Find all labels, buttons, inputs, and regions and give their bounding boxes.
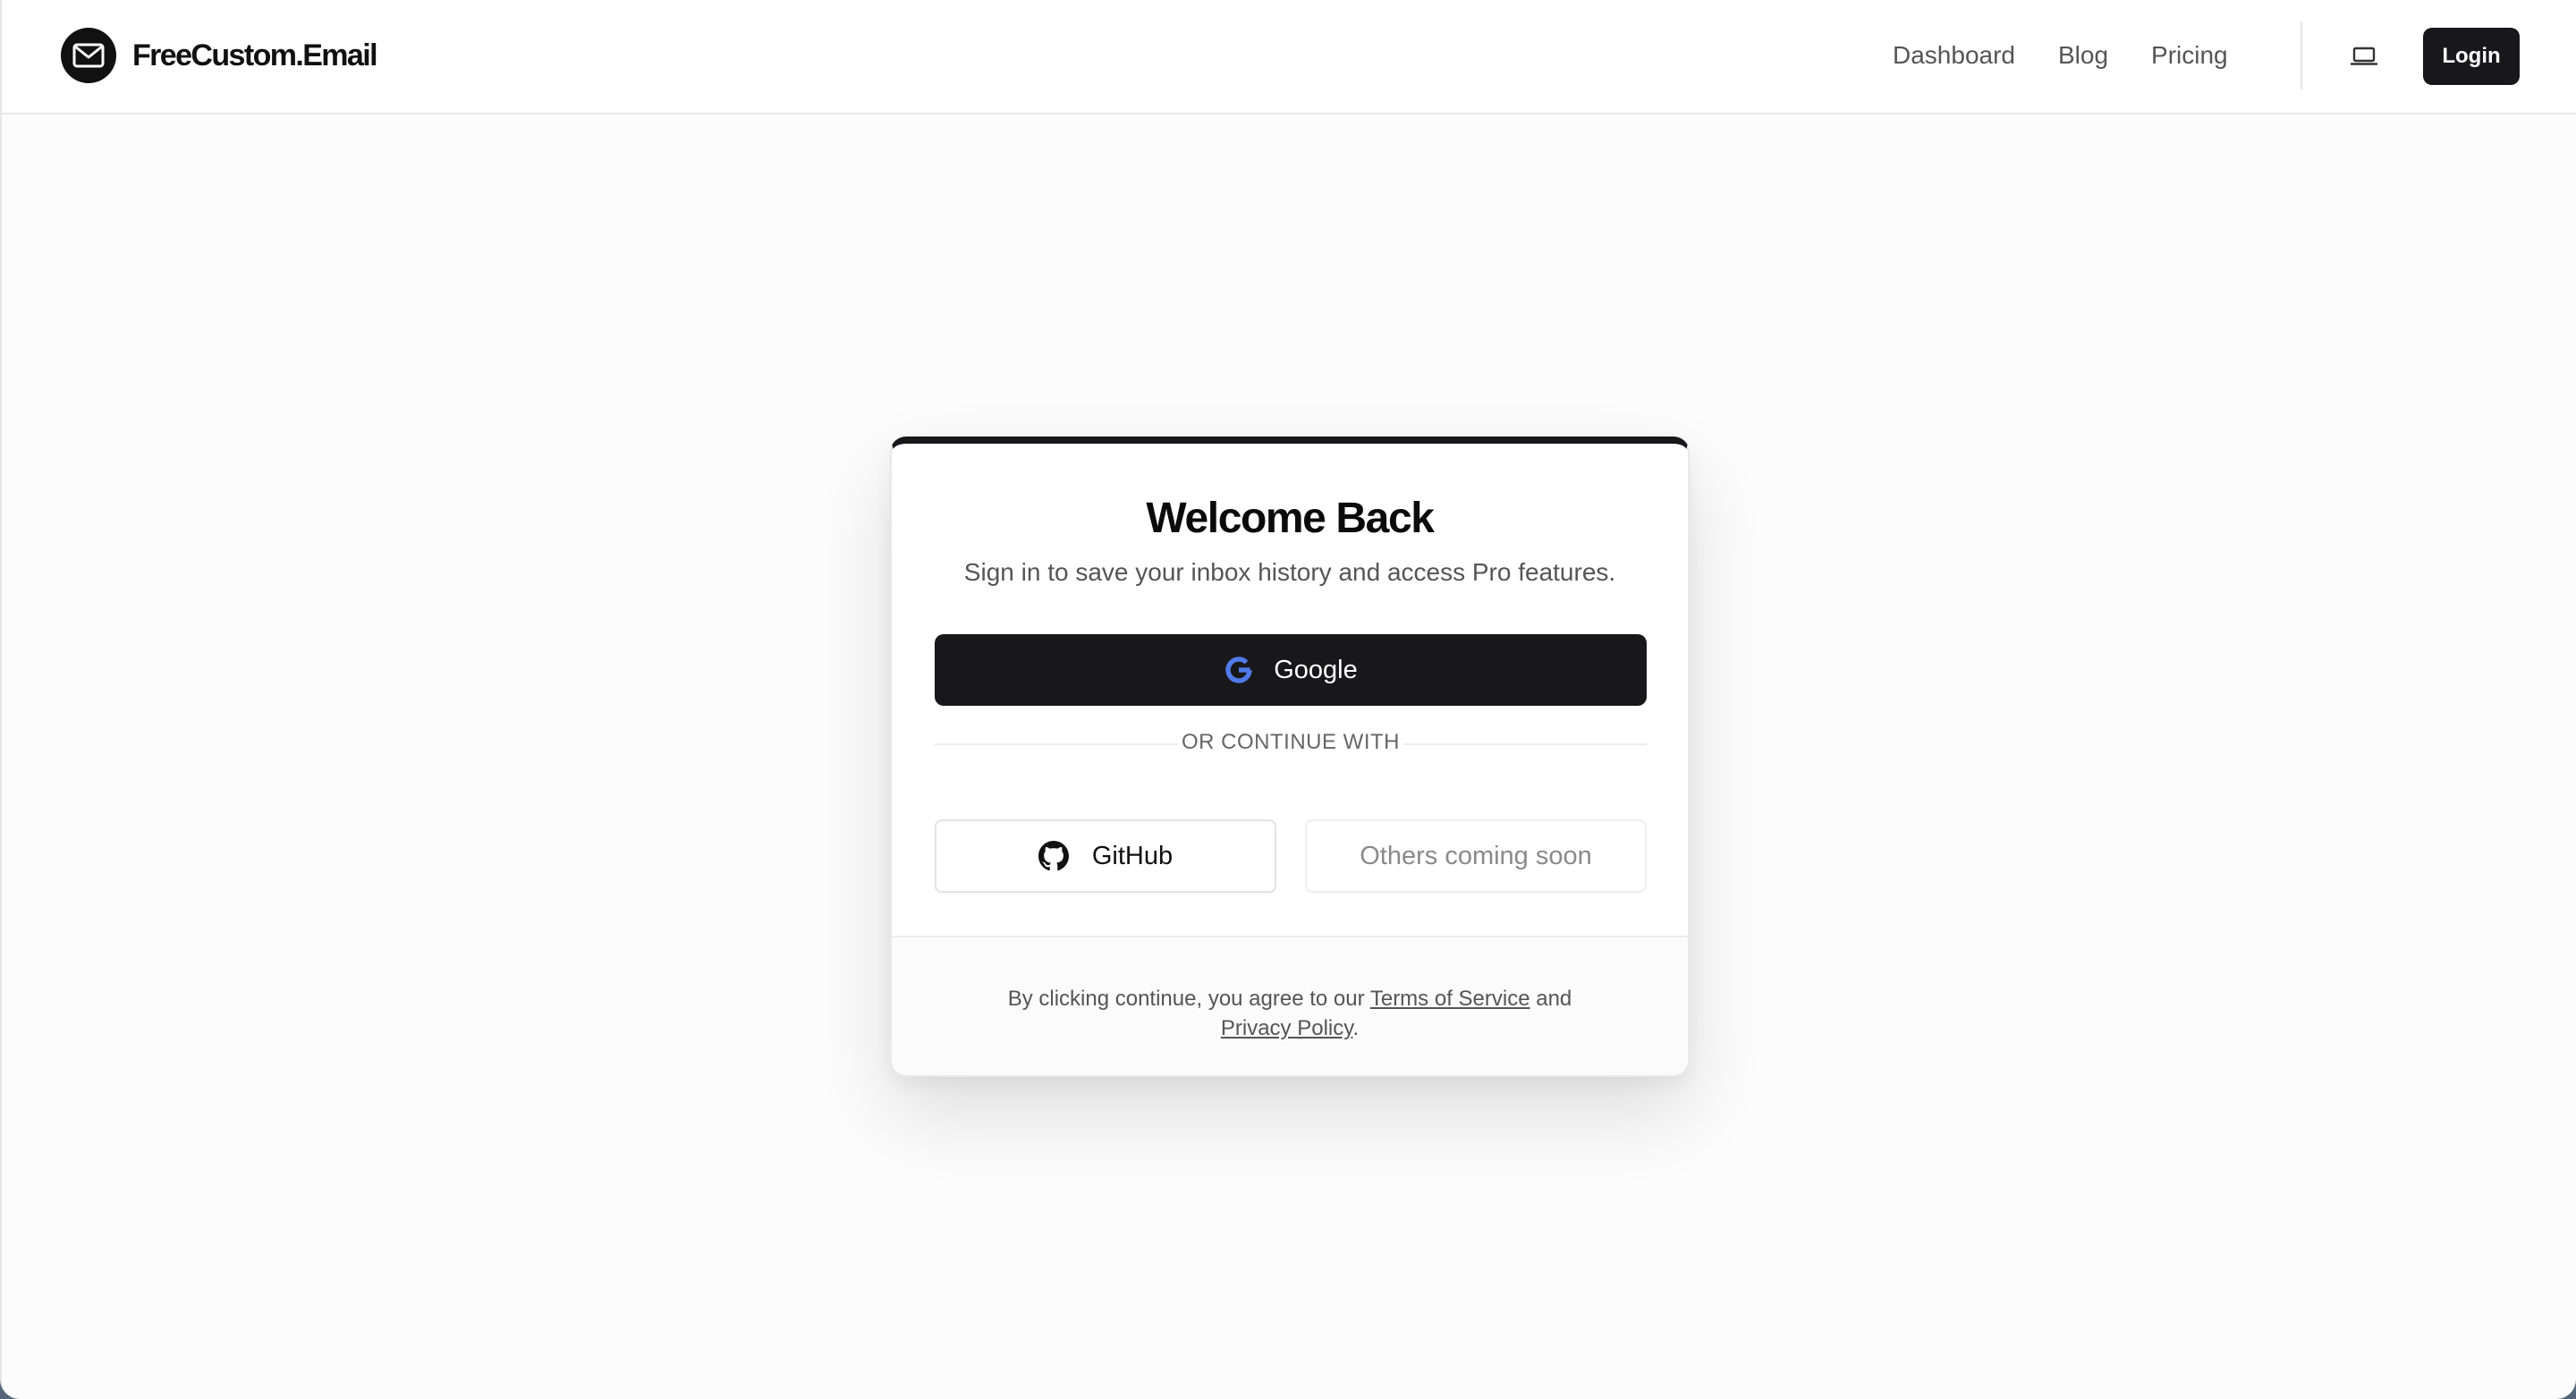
card-footer: By clicking continue, you agree to our T… [892, 936, 1688, 1075]
terms-text: By clicking continue, you agree to our T… [892, 984, 1688, 1043]
google-signin-button[interactable]: Google [935, 634, 1647, 706]
mail-icon [61, 28, 116, 83]
brand[interactable]: FreeCustom.Email [61, 27, 378, 84]
browser-window: FreeCustom.Email Dashboard Blog Pricing … [0, 0, 2576, 1399]
main-nav: Dashboard Blog Pricing [1893, 38, 2271, 73]
login-button[interactable]: Login [2423, 28, 2520, 85]
brand-name: FreeCustom.Email [132, 38, 378, 72]
laptop-icon [2351, 47, 2377, 65]
terms-middle: and [1530, 987, 1572, 1011]
github-icon [1038, 841, 1069, 871]
google-button-label: Google [1274, 655, 1358, 684]
top-navbar: FreeCustom.Email Dashboard Blog Pricing … [2, 0, 2576, 114]
divider-label: OR CONTINUE WITH [1182, 730, 1400, 754]
nav-dashboard[interactable]: Dashboard [1893, 38, 2015, 73]
terms-of-service-link[interactable]: Terms of Service [1370, 987, 1530, 1011]
nav-pricing[interactable]: Pricing [2151, 38, 2228, 73]
others-coming-soon-button: Others coming soon [1305, 819, 1647, 893]
card-subtitle: Sign in to save your inbox history and a… [963, 558, 1616, 586]
google-icon [1225, 657, 1252, 683]
terms-prefix: By clicking continue, you agree to our [1007, 987, 1370, 1011]
nav-blog[interactable]: Blog [2058, 38, 2108, 73]
github-button-label: GitHub [1091, 841, 1174, 870]
card-title: Welcome Back [1146, 495, 1435, 542]
divider-line-right [1403, 743, 1647, 745]
github-signin-button[interactable]: GitHub [935, 819, 1276, 893]
privacy-policy-link[interactable]: Privacy Policy [1221, 1016, 1353, 1040]
terms-suffix: . [1352, 1016, 1360, 1040]
or-divider: OR CONTINUE WITH [935, 728, 1647, 759]
nav-divider [2301, 21, 2302, 89]
theme-toggle-button[interactable] [2342, 34, 2386, 79]
login-card: Welcome Back Sign in to save your inbox … [890, 437, 1690, 1077]
